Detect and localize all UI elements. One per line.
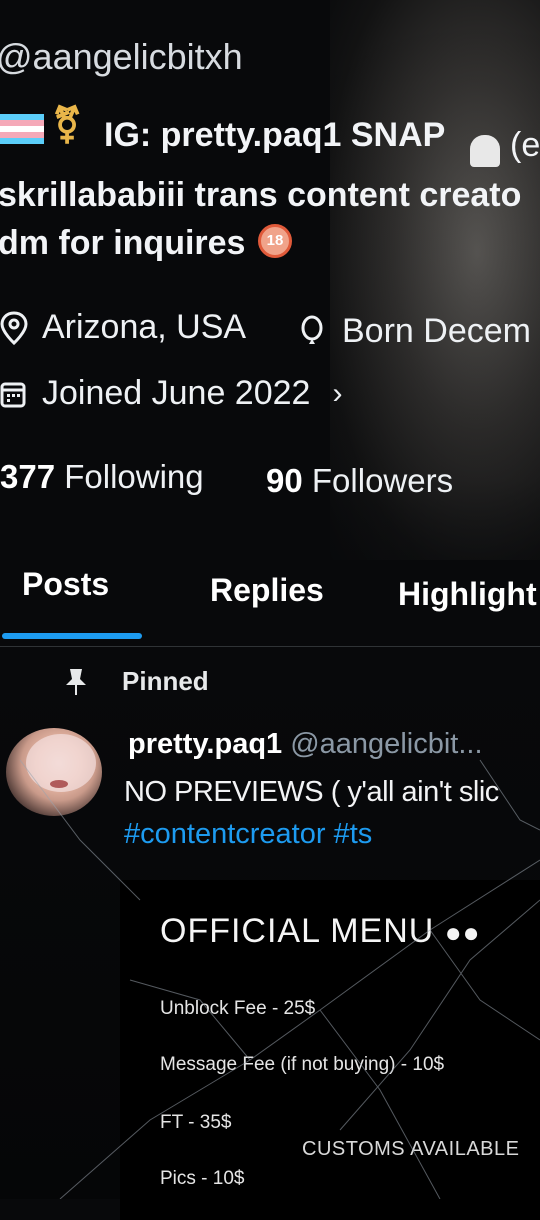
following-count: 377: [0, 458, 56, 495]
bio-line-2: skrillababiii trans content creato: [0, 176, 522, 214]
bio-line-1: IG: pretty.paq1 SNAP: [104, 116, 446, 154]
18-plus-icon: 18: [258, 224, 292, 258]
following-link[interactable]: 377 Following: [0, 458, 204, 496]
location-row: Arizona, USA: [0, 308, 246, 347]
tab-posts[interactable]: Posts: [22, 566, 109, 603]
tweet-author-handle: @aangelicbit...: [290, 728, 483, 760]
tweet-hashtags[interactable]: #contentcreator #ts: [124, 818, 372, 851]
bio-line-3: dm for inquires: [0, 224, 246, 262]
location-pin-icon: [0, 310, 28, 345]
menu-item: Pics - 10$: [160, 1168, 245, 1189]
joined-row[interactable]: Joined June 2022 ›: [0, 374, 342, 413]
followers-label: Followers: [311, 462, 454, 499]
following-label: Following: [64, 458, 204, 495]
profile-screen: @aangelicbitxh ⚧ IG: pretty.paq1 SNAP (e…: [0, 0, 540, 1220]
pinned-label: Pinned: [122, 666, 209, 696]
balloon-icon: [301, 315, 323, 344]
chevron-right-icon: ›: [332, 376, 343, 410]
active-tab-indicator: [2, 633, 142, 639]
trans-flag-icon: [0, 114, 44, 144]
avatar[interactable]: [6, 728, 102, 816]
menu-item: Message Fee (if not buying) - 10$: [160, 1054, 445, 1075]
pinned-indicator: Pinned: [64, 666, 209, 697]
followers-link[interactable]: 90 Followers: [266, 462, 453, 500]
bio-line-1-tail: (e: [510, 126, 540, 164]
tabs-divider: [0, 646, 540, 647]
transgender-symbol-icon: ⚧: [52, 104, 83, 145]
tweet-header: pretty.paq1 @aangelicbit...: [128, 728, 483, 761]
followers-count: 90: [266, 462, 303, 499]
tweet-author-name[interactable]: pretty.paq1: [128, 728, 282, 760]
birthday-text: Born Decem: [342, 312, 531, 350]
eyes-icon: ●●: [444, 917, 481, 948]
menu-customs-note: CUSTOMS AVAILABLE: [302, 1138, 520, 1160]
tab-replies[interactable]: Replies: [210, 572, 324, 609]
menu-title: OFFICIAL MENU ●●: [160, 912, 481, 951]
menu-title-text: OFFICIAL MENU: [160, 912, 435, 950]
tweet-text: NO PREVIEWS ( y'all ain't slic: [124, 776, 499, 808]
birthday-row: Born Decem: [300, 312, 531, 351]
pin-icon: [66, 668, 86, 695]
profile-handle: @aangelicbitxh: [0, 36, 243, 77]
menu-item: Unblock Fee - 25$: [160, 998, 316, 1019]
joined-text: Joined June 2022: [42, 374, 311, 412]
snapchat-ghost-icon: [470, 135, 500, 167]
menu-item: FT - 35$: [160, 1112, 232, 1133]
tab-highlights[interactable]: Highlight: [398, 576, 537, 613]
calendar-icon: [0, 382, 26, 407]
location-text: Arizona, USA: [42, 308, 247, 346]
